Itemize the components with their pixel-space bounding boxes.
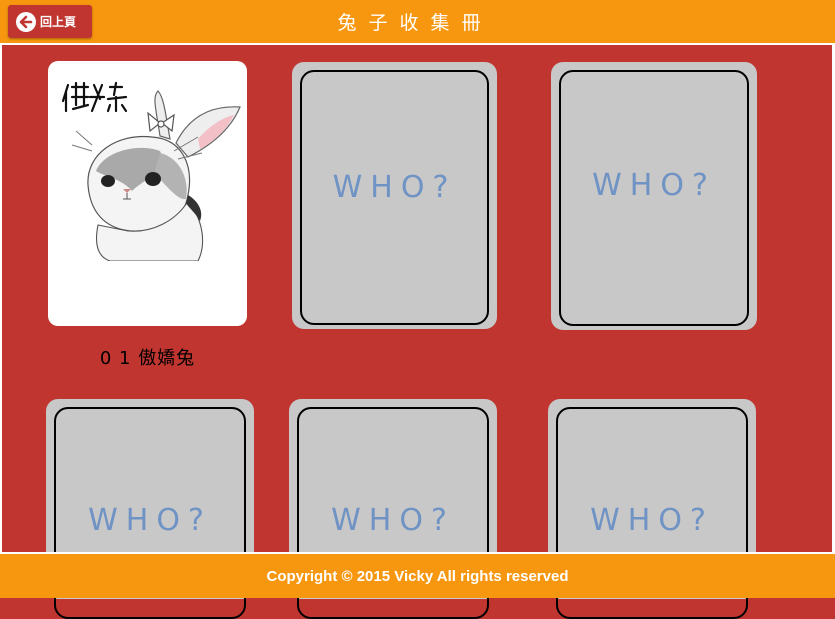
header-bar: 兔子收集冊 回上頁 <box>0 0 835 45</box>
card-1-name: 傲嬌兔 <box>138 348 196 369</box>
footer-bar: Copyright © 2015 Vicky All rights reserv… <box>0 552 835 598</box>
collection-card-3[interactable]: WHO? <box>551 62 757 330</box>
collection-card-2[interactable]: WHO? <box>292 62 497 329</box>
page-title: 兔子收集冊 <box>337 12 493 34</box>
arrow-left-icon <box>16 11 36 32</box>
who-placeholder: WHO? <box>332 170 457 205</box>
left-edge <box>0 45 2 552</box>
card-1-label: 0 1 傲嬌兔 <box>48 344 247 370</box>
copyright-text: Copyright © 2015 Vicky All rights reserv… <box>266 568 569 585</box>
who-placeholder: WHO? <box>590 503 714 538</box>
bunny-illustration <box>61 81 241 261</box>
who-placeholder: WHO? <box>592 168 716 203</box>
who-placeholder: WHO? <box>331 503 455 538</box>
back-button-label: 回上頁 <box>40 15 77 29</box>
who-placeholder: WHO? <box>88 503 212 538</box>
card-1-number: 0 1 <box>99 348 132 369</box>
collection-card-1[interactable]: 0 1 傲嬌兔 <box>48 61 247 369</box>
back-button[interactable]: 回上頁 <box>8 5 92 38</box>
